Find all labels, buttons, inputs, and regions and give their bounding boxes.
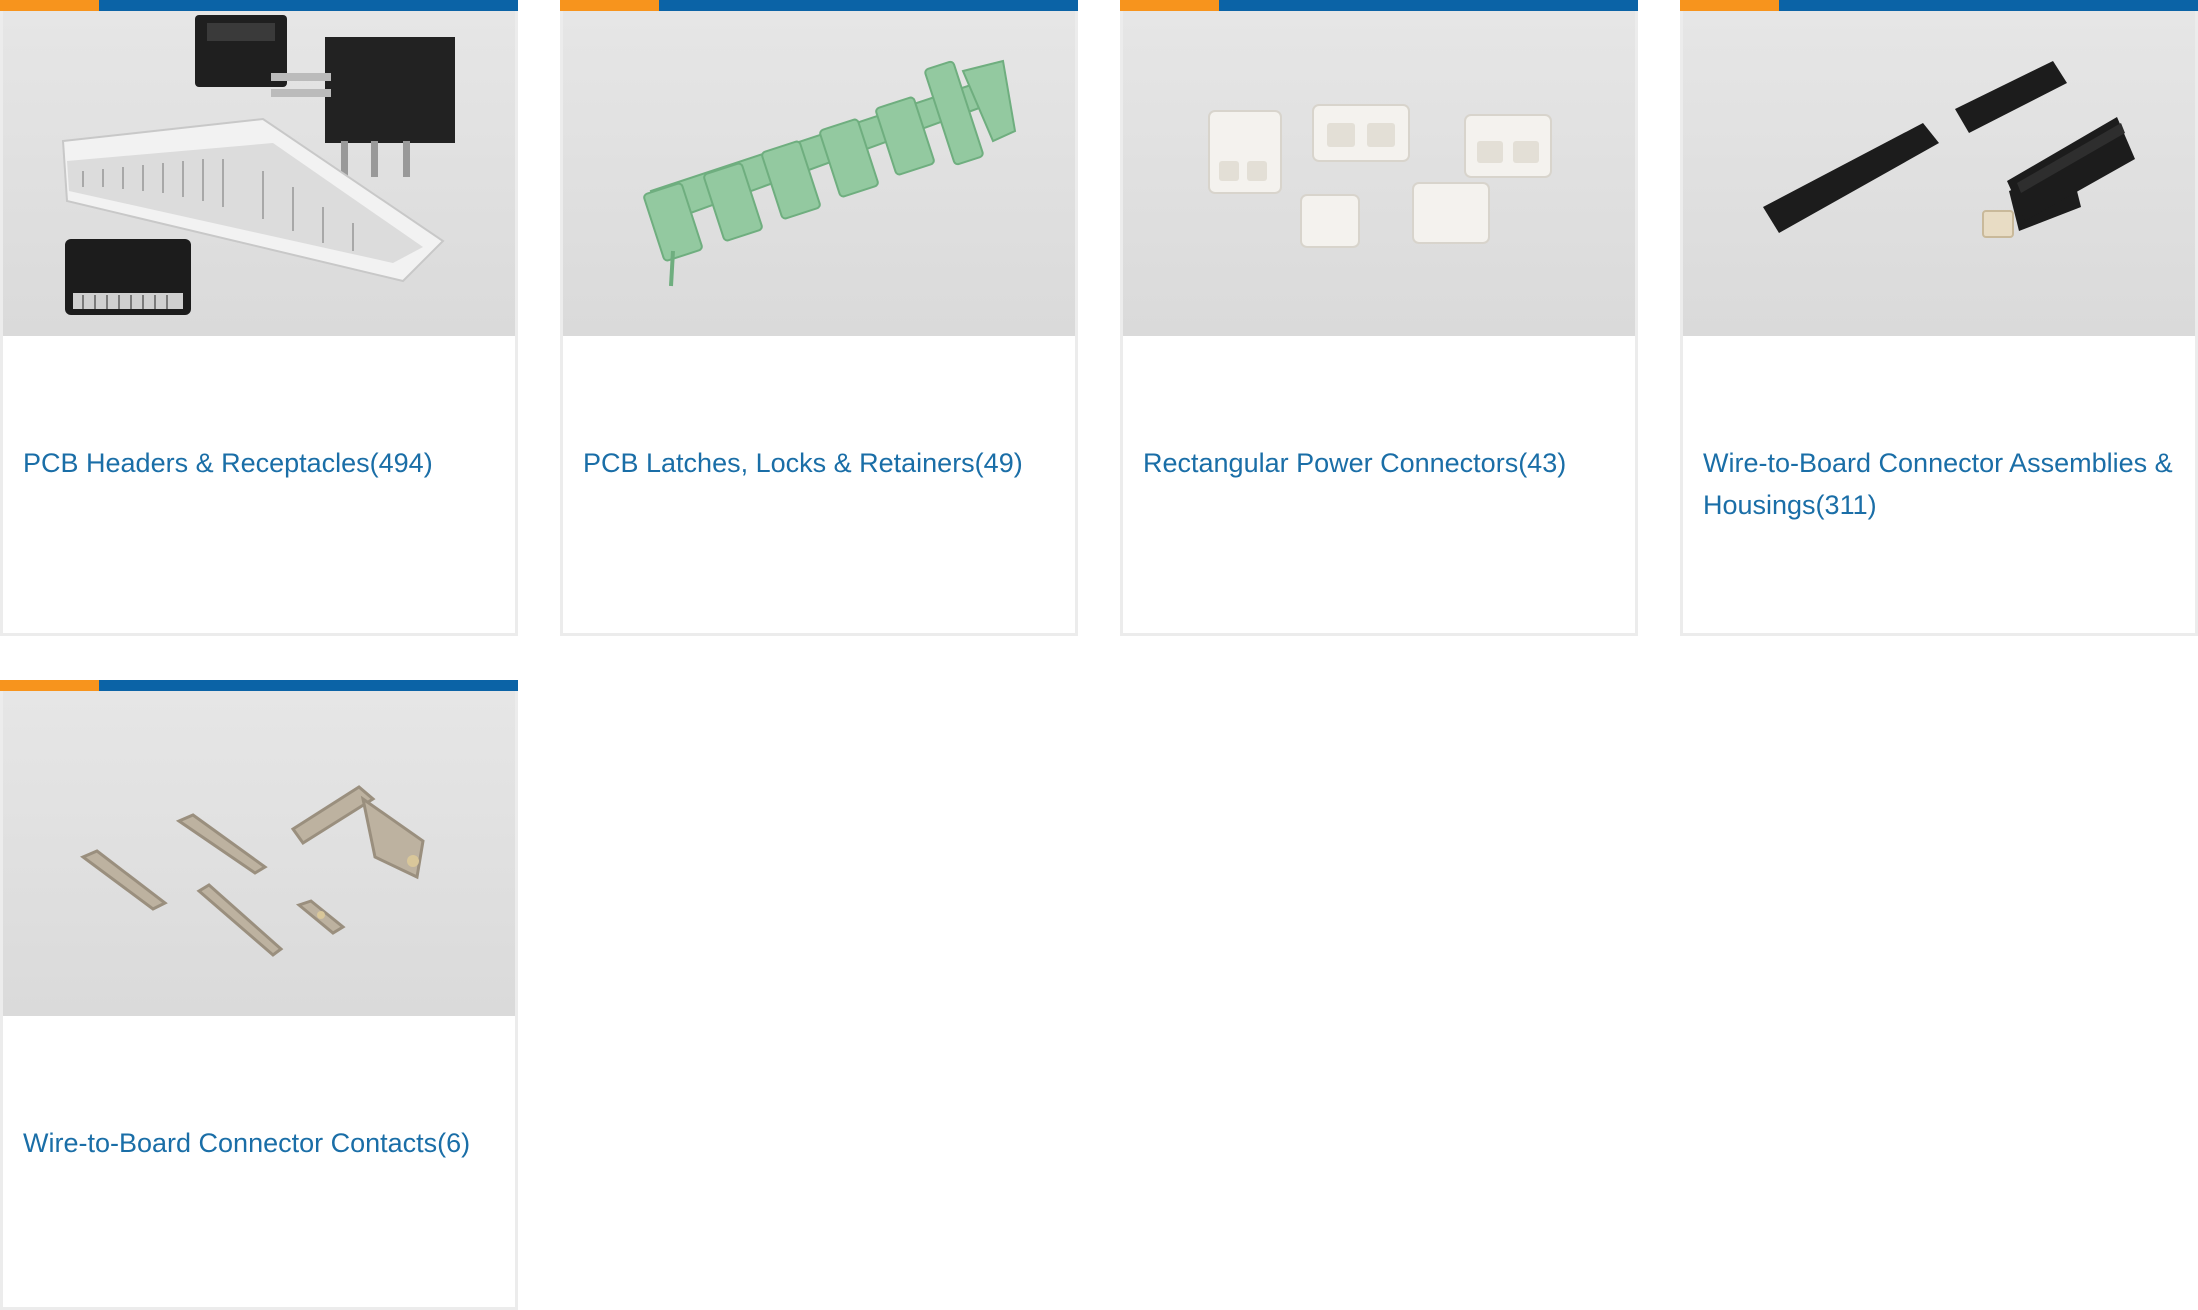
crimp-contact-icon[interactable] — [3, 691, 515, 1016]
card-top-bar-accent — [1120, 0, 1219, 11]
card-top-bar — [560, 0, 1078, 11]
category-link[interactable]: Wire-to-Board Connector Assemblies & Hou… — [1703, 442, 2177, 526]
power-connector-icon[interactable] — [1123, 11, 1635, 336]
wire-to-board-housing-icon[interactable] — [1683, 11, 2195, 336]
card-top-bar — [0, 0, 518, 11]
card-top-bar — [0, 680, 518, 691]
pcb-latch-icon[interactable] — [563, 11, 1075, 336]
category-link[interactable]: Rectangular Power Connectors(43) — [1143, 442, 1617, 484]
category-link[interactable]: PCB Headers & Receptacles(494) — [23, 442, 497, 484]
card-top-bar — [1680, 0, 2198, 11]
card-top-bar-accent — [1680, 0, 1779, 11]
category-card-pcb-latches[interactable]: PCB Latches, Locks & Retainers(49) — [560, 0, 1078, 636]
category-card-wire-to-board-contacts[interactable]: Wire-to-Board Connector Contacts(6) — [0, 680, 518, 1310]
card-top-bar-accent — [560, 0, 659, 11]
category-card-rectangular-power[interactable]: Rectangular Power Connectors(43) — [1120, 0, 1638, 636]
category-link[interactable]: PCB Latches, Locks & Retainers(49) — [583, 442, 1057, 484]
category-card-pcb-headers[interactable]: PCB Headers & Receptacles(494) — [0, 0, 518, 636]
pcb-header-connector-icon[interactable] — [3, 11, 515, 336]
card-top-bar-accent — [0, 0, 99, 11]
card-top-bar-accent — [0, 680, 99, 691]
category-link[interactable]: Wire-to-Board Connector Contacts(6) — [23, 1122, 497, 1164]
category-card-wire-to-board-housings[interactable]: Wire-to-Board Connector Assemblies & Hou… — [1680, 0, 2198, 636]
card-top-bar — [1120, 0, 1638, 11]
